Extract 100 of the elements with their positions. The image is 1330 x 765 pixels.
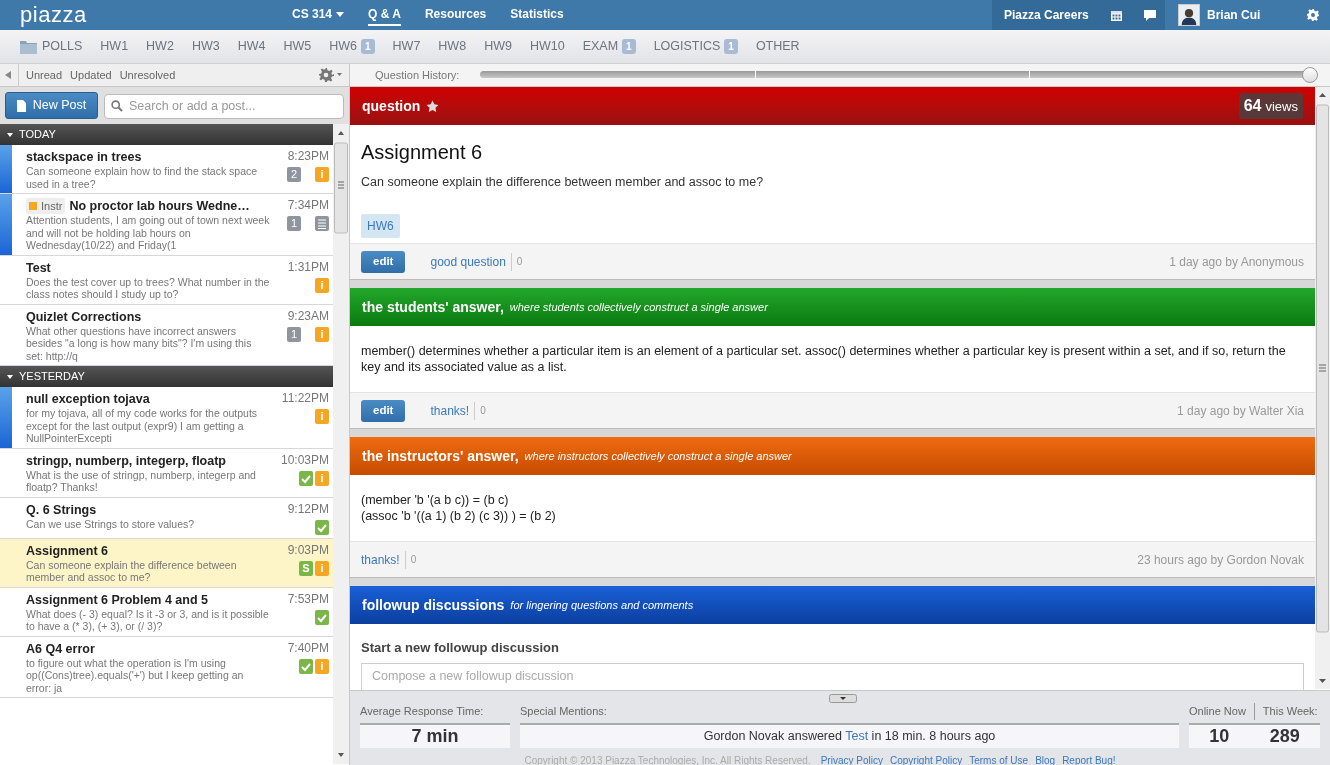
section-subtitle: where instructors collectively construct a single answer [524,448,792,464]
views-badge: 64 views [1238,93,1303,119]
footer-link[interactable]: Report Bug! [1062,752,1116,765]
search-field[interactable]: Search or add a post... [104,93,344,119]
checkmark-badge-icon [299,470,313,486]
folder-tab[interactable]: EXAM 1 [582,37,636,56]
folder-tab[interactable]: HW3 [191,37,220,56]
collapse-caret-icon[interactable] [7,132,13,137]
thanks-link[interactable]: good question [430,252,512,271]
folder-tab[interactable]: HW8 [438,37,467,56]
unanswered-badge: i [315,167,329,182]
footer-link[interactable]: Privacy Policy [820,752,883,765]
unanswered-badge: i [315,560,329,576]
post-time: 9:23AM [287,308,329,324]
folder-tab[interactable]: HW1 [100,37,129,56]
stat-label: Special Mentions: [520,704,608,719]
footer-link[interactable]: Copyright Policy [889,752,963,765]
stat-label: Online Now [1189,704,1246,719]
count-badge: 1 [361,39,375,54]
instructor-tag: Instr [26,198,66,214]
unanswered-badge: i [315,658,329,674]
square-icon [29,202,37,210]
new-post-button[interactable]: New Post [5,92,98,119]
post-preview: Can we use Strings to store values? [26,517,196,530]
folder-tab[interactable]: HW5 [283,37,312,56]
folder-tab[interactable]: LOGISTICS 1 [653,37,738,56]
post-time: 9:03PM [287,542,329,558]
post-title: Quizlet Corrections [26,308,142,325]
folder-tab[interactable]: HW4 [237,37,266,56]
filter-link[interactable]: Unread [26,66,63,84]
checkmark-badge-icon [315,609,329,625]
app-logo[interactable]: piazza [20,2,292,28]
thanks-link[interactable]: thanks! [361,550,406,569]
post-time: 8:23PM [287,149,329,164]
settings-icon[interactable] [1307,9,1319,21]
post-time: 7:34PM [287,198,329,213]
folder-tab[interactable]: HW7 [392,37,421,56]
thanks-count: 0 [516,255,523,269]
collapse-caret-icon[interactable] [7,374,13,379]
calendar-icon[interactable] [1110,9,1122,21]
scrollbar[interactable] [333,124,349,764]
question-title: Assignment 6 [361,140,484,165]
post-item[interactable]: Assignment 6 Can someone explain the difference between member and assoc to me? 9:03PM S i [0,538,333,588]
post-preview: Can someone explain how to find the stack space used in a tree? [26,165,259,190]
stat-label: This Week: [1253,703,1318,720]
history-slider[interactable] [480,67,1318,83]
collapse-icon[interactable] [5,71,11,79]
post-item[interactable]: stackspace in trees Can someone explain how to find the stack space used in a tree? 8:23PM 2 i [0,145,333,194]
user-name[interactable]: Brian Cui [1207,6,1261,24]
post-meta: 23 hours ago by Gordon Novak [1137,551,1304,569]
star-icon[interactable] [426,99,440,113]
caret-icon [336,11,345,17]
post-title: Assignment 6 Problem 4 and 5 [26,591,208,608]
section-header: the students' answer, where students collectively construct a single answer [350,288,1315,326]
unanswered-badge: i [315,277,329,293]
post-item[interactable]: null exception tojava for my tojava, all of my code works for the outputs except for the last output (expr9) I am getting a NullPointerExcepti 11:22PM i [0,387,333,449]
footer-link[interactable]: Blog [1035,752,1056,765]
count-badge: 1 [724,39,738,54]
folder-tab[interactable]: HW6 1 [329,37,375,56]
folder-tab[interactable]: POLLS [42,37,83,56]
filter-link[interactable]: Updated [70,66,112,84]
folder-tab[interactable]: OTHER [755,37,800,56]
unanswered-badge: i [315,409,329,424]
post-time: 7:53PM [287,591,329,607]
chat-icon[interactable] [1143,9,1156,21]
response-time-value: 7 min [360,722,510,748]
post-meta: 1 day ago by Anonymous [1169,253,1304,271]
edit-button[interactable]: edit [361,399,406,422]
footer-link[interactable]: Terms of Use [969,752,1029,765]
folder-tab[interactable]: HW2 [146,37,174,56]
nav-link[interactable]: Statistics [510,4,564,26]
folder-tab[interactable]: HW10 [529,37,565,56]
post-title: Q. 6 Strings [26,501,97,518]
search-icon [111,100,123,112]
thanks-count: 0 [480,404,486,418]
edit-button[interactable]: edit [361,250,406,273]
filter-link[interactable]: Unresolved [119,66,176,84]
group-header[interactable]: YESTERDAY [19,368,85,385]
section-header: question 64 views [350,87,1315,125]
folder-tab[interactable]: HW9 [484,37,512,56]
avatar[interactable] [1178,4,1200,26]
slider-thumb[interactable] [1302,67,1318,83]
post-link[interactable]: Test [845,728,869,743]
post-meta: 1 day ago by Walter Xia [1177,402,1304,420]
week-count: 289 [1269,724,1300,748]
thanks-link[interactable]: thanks! [430,401,476,420]
scrollbar[interactable] [1315,87,1330,689]
expand-toggle-icon[interactable] [829,694,857,703]
post-title: No proctor lab hours Wedne… [69,198,250,214]
group-header[interactable]: TODAY [19,126,56,143]
student-answer-badge: S [299,560,313,576]
nav-link[interactable]: Resources [424,4,487,26]
reply-count-badge: 1 [287,216,301,231]
nav-link[interactable]: CS 314 [292,4,345,26]
folder-tag[interactable]: HW6 [361,213,400,238]
mention-text: Gordon Novak answered Test in 18 min. 8 hours ago [520,722,1179,748]
settings-icon[interactable] [319,68,342,82]
nav-link[interactable]: Q & A [368,4,401,26]
post-title: stringp, numberp, integerp, floatp [26,452,226,469]
post-item[interactable]: Instr No proctor lab hours Wedne… Attention students, I am going out of town next week and will not be holding lab hours on Wednesday(10/22) and Friday(1 7:34PM 1 [0,194,333,256]
